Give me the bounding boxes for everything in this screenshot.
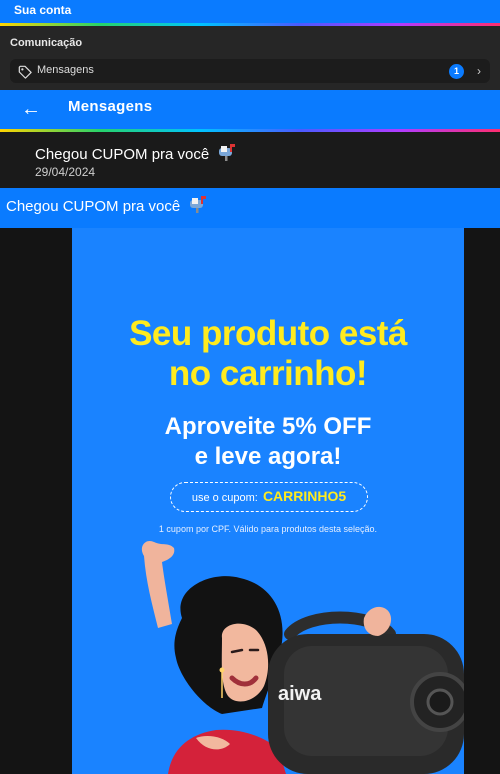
fine-print: 1 cupom por CPF. Válido para produtos de… bbox=[158, 524, 378, 534]
back-arrow-icon[interactable]: ← bbox=[21, 98, 41, 121]
promo-banner[interactable]: Seu produto está no carrinho! Aproveite … bbox=[72, 228, 464, 774]
mailbox-icon bbox=[219, 144, 236, 161]
communication-section: Comunicação Mensagens 1 › bbox=[0, 26, 500, 90]
unread-count-badge: 1 bbox=[449, 64, 464, 79]
opened-message-subject: Chegou CUPOM pra você bbox=[6, 195, 208, 215]
banner-headline: Seu produto está no carrinho! bbox=[129, 314, 407, 393]
coupon-code: CARRINHO5 bbox=[262, 488, 347, 504]
banner-subheadline: Aproveite 5% OFF e leve agora! bbox=[164, 413, 372, 470]
message-date: 29/04/2024 bbox=[35, 165, 96, 179]
coupon-pill: use o cupom: CARRINHO5 bbox=[170, 482, 368, 512]
tag-icon bbox=[18, 65, 32, 79]
message-subject: Chegou CUPOM pra você bbox=[35, 143, 237, 163]
page-title: Sua conta bbox=[14, 3, 72, 17]
messages-menu-item[interactable]: Mensagens 1 › bbox=[10, 59, 490, 83]
promo-illustration: aiwa bbox=[141, 540, 464, 774]
messages-menu-label: Mensagens bbox=[37, 64, 94, 76]
section-title: Comunicação bbox=[10, 37, 83, 49]
opened-message-header: Chegou CUPOM pra você bbox=[0, 188, 500, 228]
message-list-item[interactable]: Chegou CUPOM pra você 29/04/2024 bbox=[0, 132, 500, 188]
mailbox-icon bbox=[190, 196, 207, 213]
messages-header: ← Mensagens bbox=[0, 90, 500, 132]
messages-title: Mensagens bbox=[68, 98, 153, 115]
coupon-prefix: use o cupom: bbox=[191, 492, 258, 504]
message-body: Seu produto está no carrinho! Aproveite … bbox=[0, 228, 500, 774]
account-header: Sua conta bbox=[0, 0, 500, 26]
speaker-brand-label: aiwa bbox=[278, 683, 322, 705]
chevron-right-icon: › bbox=[477, 64, 481, 78]
